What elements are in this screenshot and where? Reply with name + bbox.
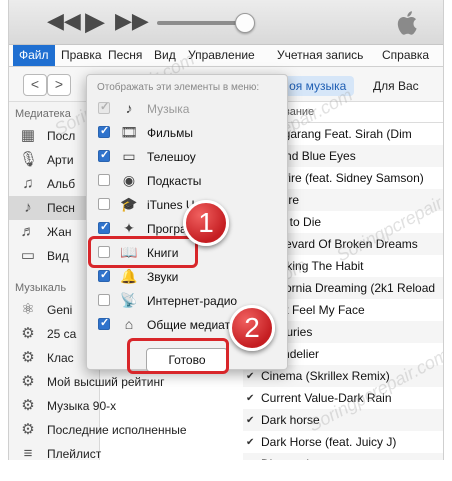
home-icon: ⌂ xyxy=(124,316,134,332)
bell-icon: 🔔 xyxy=(120,268,138,284)
play-icon[interactable]: ▶ xyxy=(85,8,105,34)
song-row[interactable]: ✔ Dark Horse (feat. Juicy J) xyxy=(243,431,443,453)
media-option-checkbox[interactable] xyxy=(98,198,110,210)
player-bar: ◀◀ ▶ ▶▶ xyxy=(9,0,443,45)
microphone-icon: 🎙 xyxy=(19,151,39,168)
media-option-label: Телешоу xyxy=(147,150,196,164)
media-option-checkbox[interactable] xyxy=(98,316,110,330)
graduation-cap-icon: 🎓 xyxy=(120,196,138,212)
back-button[interactable]: < xyxy=(23,74,47,96)
volume-knob[interactable] xyxy=(235,13,255,33)
media-option-label: Подкасты xyxy=(147,174,202,188)
volume-slider[interactable] xyxy=(157,21,247,25)
media-option-checkbox[interactable] xyxy=(98,294,110,306)
apple-logo-icon xyxy=(397,11,417,35)
media-option-row[interactable]: ♪ Музыка xyxy=(87,97,287,121)
media-option-checkbox[interactable] xyxy=(98,220,110,234)
song-title: Diamonds xyxy=(261,457,315,460)
tv-icon: ▭ xyxy=(122,148,136,164)
menu-help[interactable]: Справка xyxy=(382,48,429,62)
rewind-icon[interactable]: ◀◀ xyxy=(47,9,81,33)
sidebar-item-label: 25 са xyxy=(47,327,77,341)
sidebar-item-playlist[interactable]: ≡ Плейлист xyxy=(9,442,219,460)
song-row[interactable]: ✔ Diamonds xyxy=(243,453,443,460)
sidebar-item-label: Мой высший рейтинг xyxy=(47,375,165,389)
sidebar-item-label: Музыка 90-х xyxy=(47,399,117,413)
song-title: Cinema (Skrillex Remix) xyxy=(261,369,390,383)
gear-icon: ⚙ xyxy=(21,373,35,390)
media-option-label: Звуки xyxy=(147,270,179,284)
gear-icon: ⚙ xyxy=(21,325,35,342)
media-option-checkbox xyxy=(98,100,110,114)
song-checkbox[interactable]: ✔ xyxy=(246,459,254,460)
apps-icon: ✦ xyxy=(123,220,135,236)
gear-icon: ⚙ xyxy=(21,421,35,438)
itunes-window: ◀◀ ▶ ▶▶ Файл Правка Песня Вид Управление… xyxy=(8,0,444,460)
media-option-checkbox[interactable] xyxy=(98,124,110,138)
sidebar-item-label: Арти xyxy=(47,153,74,167)
sidebar-item-label: Плейлист xyxy=(47,447,102,460)
gear-icon: ⚙ xyxy=(21,397,35,414)
song-checkbox[interactable]: ✔ xyxy=(246,393,254,404)
menu-bar: Файл Правка Песня Вид Управление Учетная… xyxy=(9,45,443,67)
song-title: Dark Horse (feat. Juicy J) xyxy=(261,435,397,449)
step-1-badge: 1 xyxy=(183,200,229,246)
sidebar-item-label: Песн xyxy=(47,201,75,215)
sidebar-item-label: Последние исполненные xyxy=(47,423,187,437)
tab-for-you[interactable]: Для Вас xyxy=(365,76,427,96)
media-option-label: Музыка xyxy=(147,102,190,116)
podcast-icon: ◉ xyxy=(122,172,136,188)
forward-button[interactable]: > xyxy=(47,74,71,96)
grid-icon: ▦ xyxy=(20,127,36,144)
sidebar-item-label: Клас xyxy=(47,351,74,365)
media-option-label: Фильмы xyxy=(147,126,193,140)
media-option-row[interactable]: ▭ Телешоу xyxy=(87,145,287,169)
genius-icon: ⚛ xyxy=(21,301,35,318)
sidebar-item-label: Вид xyxy=(47,249,69,263)
album-icon: ♫ xyxy=(22,175,34,192)
song-checkbox[interactable]: ✔ xyxy=(246,437,254,448)
sidebar-item-label: Geni xyxy=(47,303,73,317)
media-option-row[interactable]: 🎞 Фильмы xyxy=(87,121,287,145)
gear-icon: ⚙ xyxy=(21,349,35,366)
media-option-checkbox[interactable] xyxy=(98,148,110,162)
sidebar-item-label: Альб xyxy=(47,177,76,191)
menu-file[interactable]: Файл xyxy=(13,45,55,66)
media-option-label: Интернет-радио xyxy=(147,294,238,308)
song-checkbox[interactable]: ✔ xyxy=(246,415,254,426)
music-note-icon: ♪ xyxy=(125,100,133,116)
sidebar-item-90s-music[interactable]: ⚙ Музыка 90-х xyxy=(9,394,219,418)
media-option-checkbox[interactable] xyxy=(98,174,110,186)
music-note-icon: ♪ xyxy=(24,199,32,216)
popover-header: Отображать эти элементы в меню: xyxy=(97,82,260,93)
playlists-header: Музыкаль xyxy=(15,282,67,294)
playlist-icon: ≡ xyxy=(23,445,33,460)
song-checkbox[interactable]: ✔ xyxy=(246,371,254,382)
books-highlight-box xyxy=(88,236,198,268)
radio-icon: 📡 xyxy=(120,292,138,308)
video-icon: ▭ xyxy=(20,247,36,264)
media-option-row[interactable]: ◉ Подкасты xyxy=(87,169,287,193)
sidebar-item-label: Жан xyxy=(47,225,72,239)
fast-forward-icon[interactable]: ▶▶ xyxy=(115,9,149,33)
done-highlight-box xyxy=(127,338,229,374)
sidebar-item-recently-played[interactable]: ⚙ Последние исполненные xyxy=(9,418,219,442)
menu-account[interactable]: Учетная запись xyxy=(277,48,363,62)
menu-edit[interactable]: Правка xyxy=(61,48,102,62)
menu-song[interactable]: Песня xyxy=(108,48,142,62)
media-option-checkbox[interactable] xyxy=(98,268,110,282)
genre-icon: ♬ xyxy=(20,223,36,240)
menu-controls[interactable]: Управление xyxy=(188,48,255,62)
media-option-row[interactable]: 🔔 Звуки xyxy=(87,265,287,289)
film-icon: 🎞 xyxy=(120,124,138,140)
step-2-badge: 2 xyxy=(229,305,275,351)
